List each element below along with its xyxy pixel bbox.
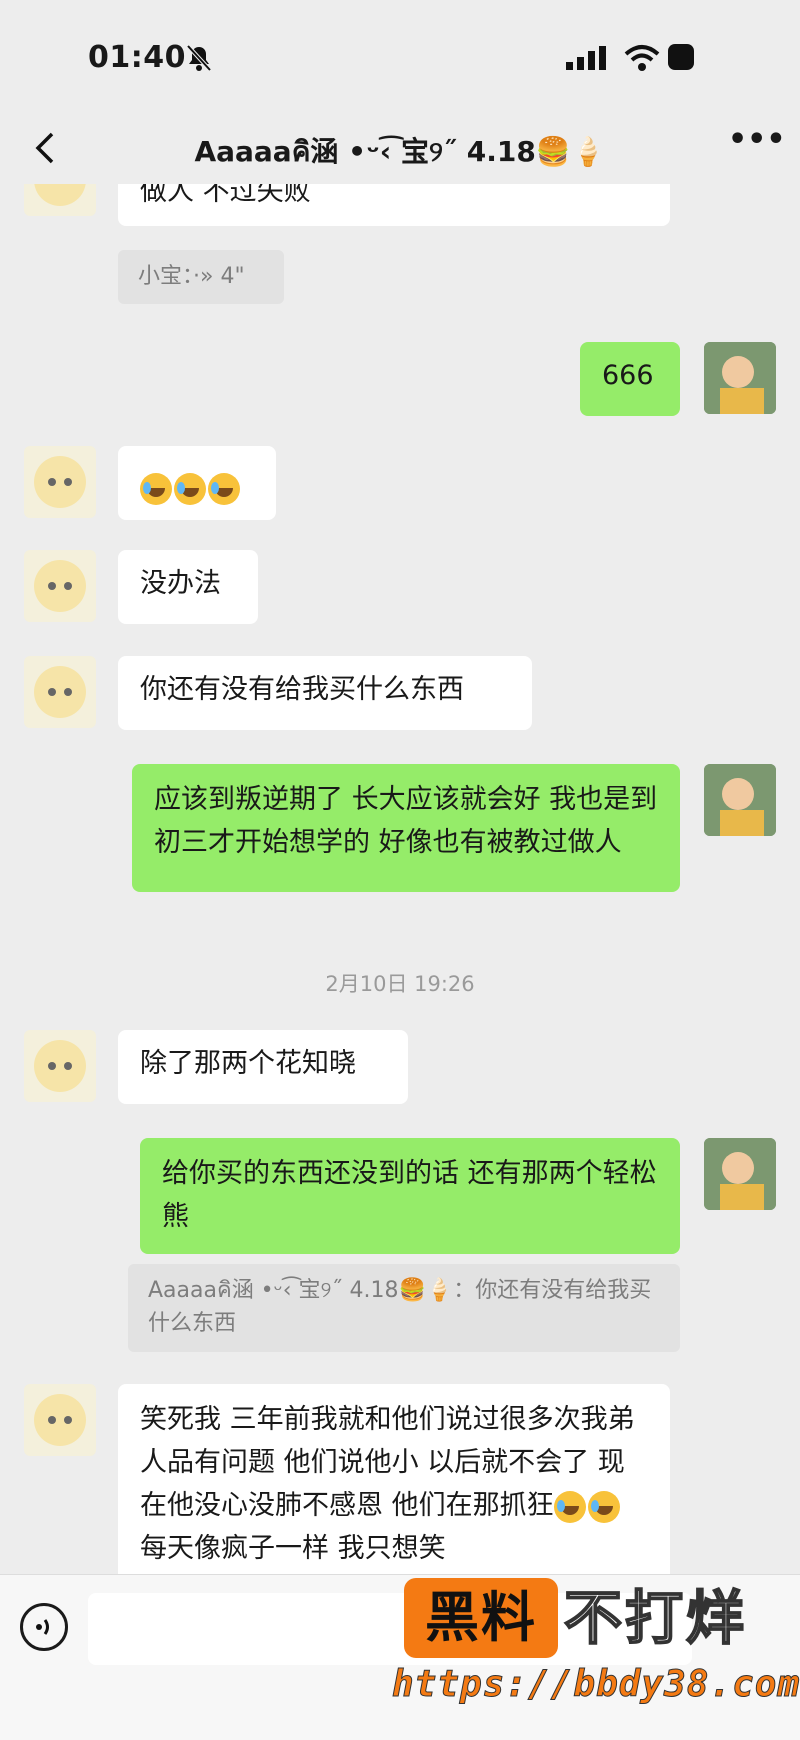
watermark-tag: 黑料 bbox=[404, 1578, 558, 1658]
self-avatar[interactable] bbox=[704, 764, 776, 836]
laugh-cry-emoji bbox=[174, 472, 206, 505]
contact-avatar[interactable] bbox=[24, 446, 96, 518]
signal-icon bbox=[566, 46, 610, 74]
bell-off-icon bbox=[186, 44, 212, 76]
contact-avatar[interactable] bbox=[24, 1030, 96, 1102]
self-avatar[interactable] bbox=[704, 342, 776, 414]
laugh-cry-emoji bbox=[208, 472, 240, 505]
quoted-message[interactable]: Aaaaaคิ涵 •ᵕ‹͡ 宝୨˝ 4.18🍔🍦：你还有没有给我买什么东西 bbox=[128, 1264, 680, 1352]
chat-header: Aaaaaคิ涵 •ᵕ‹͡ 宝୨˝ 4.18🍔🍦 ••• bbox=[0, 118, 800, 184]
self-avatar[interactable] bbox=[704, 1138, 776, 1210]
laugh-cry-emoji bbox=[587, 1490, 620, 1523]
more-options-icon[interactable]: ••• bbox=[728, 125, 786, 162]
message-bubble-outgoing[interactable]: 666 bbox=[580, 342, 680, 416]
message-timestamp: 2月10日 19:26 bbox=[325, 972, 475, 996]
laugh-cry-emoji bbox=[140, 472, 172, 505]
wifi-icon bbox=[624, 44, 660, 76]
message-bubble[interactable]: 没办法 bbox=[118, 550, 258, 624]
contact-avatar[interactable] bbox=[24, 1384, 96, 1456]
message-bubble-long[interactable]: 笑死我 三年前我就和他们说过很多次我弟人品有问题 他们说他小 以后就不会了 现在… bbox=[118, 1384, 670, 1574]
contact-avatar[interactable] bbox=[24, 656, 96, 728]
watermark-text: 不打烊 bbox=[563, 1583, 748, 1653]
message-list[interactable]: 做人 不过失败 小宝：·» 4" 666 没办法 你还有没有给我买什么东西 应该… bbox=[0, 184, 800, 1574]
battery-icon bbox=[668, 44, 694, 70]
chat-title: Aaaaaคิ涵 •ᵕ‹͡ 宝୨˝ 4.18🍔🍦 bbox=[194, 135, 606, 168]
contact-avatar[interactable] bbox=[24, 550, 96, 622]
message-bubble[interactable]: 做人 不过失败 bbox=[118, 184, 670, 226]
message-bubble-outgoing[interactable]: 应该到叛逆期了 长大应该就会好 我也是到初三才开始想学的 好像也有被教过做人 bbox=[132, 764, 680, 892]
quoted-voice-message[interactable]: 小宝：·» 4" bbox=[118, 250, 284, 304]
laugh-cry-emoji bbox=[553, 1490, 586, 1523]
watermark-url: https://bbdy38.com bbox=[391, 1664, 800, 1706]
message-text: 每天像疯子一样 我只想笑 bbox=[140, 1533, 446, 1564]
message-bubble[interactable]: 除了那两个花知晓 bbox=[118, 1030, 408, 1104]
clock: 01:40 bbox=[88, 40, 186, 75]
message-bubble[interactable]: 你还有没有给我买什么东西 bbox=[118, 656, 532, 730]
status-bar: 01:40 bbox=[0, 0, 800, 118]
contact-avatar[interactable] bbox=[24, 184, 96, 216]
message-bubble-emoji[interactable] bbox=[118, 446, 276, 520]
voice-icon[interactable] bbox=[20, 1603, 68, 1651]
message-bubble-outgoing[interactable]: 给你买的东西还没到的话 还有那两个轻松熊 bbox=[140, 1138, 680, 1254]
